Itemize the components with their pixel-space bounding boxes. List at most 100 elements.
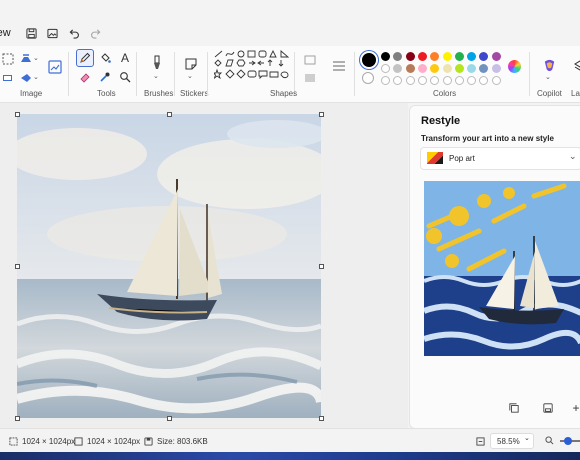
color-swatch[interactable] — [467, 64, 477, 73]
divider — [207, 52, 208, 96]
custom-color-slot[interactable] — [454, 76, 464, 85]
chevron-down-icon[interactable]: ⌄ — [33, 73, 39, 81]
group-label-brushes: Brushes — [144, 89, 174, 98]
group-label-colors: Colors — [433, 89, 457, 98]
taskbar — [0, 452, 580, 460]
chevron-down-icon[interactable]: ⌄ — [33, 54, 39, 62]
group-label-copilot: Copilot — [537, 89, 562, 98]
save-icon[interactable] — [540, 400, 556, 416]
group-label-tools: Tools — [97, 89, 116, 98]
color-swatch[interactable] — [393, 64, 403, 73]
color-picker-icon[interactable] — [97, 69, 113, 85]
custom-color-slot[interactable] — [467, 76, 477, 85]
preview-image[interactable] — [424, 181, 580, 356]
custom-color-slot[interactable] — [479, 76, 489, 85]
color-swatch[interactable] — [479, 64, 489, 73]
layers-icon[interactable] — [572, 58, 580, 74]
color-swatch[interactable] — [417, 52, 427, 61]
crosshair-icon — [9, 437, 18, 446]
paint-window: View ⌄ ⌄ Image — [0, 0, 580, 452]
resize-handle[interactable] — [319, 416, 324, 421]
canvas-image[interactable] — [17, 114, 321, 418]
custom-color-slot[interactable] — [381, 76, 390, 85]
status-bar: 1024 × 1024px 1024 × 1024px Size: 803.6K… — [0, 428, 580, 452]
custom-color-slot[interactable] — [442, 76, 452, 85]
color-swatch[interactable] — [393, 52, 403, 61]
resize-image-icon[interactable] — [46, 58, 64, 76]
file-size-text: Size: 803.6KB — [157, 437, 208, 446]
resize-handle[interactable] — [319, 264, 324, 269]
selection-tool-icon[interactable] — [18, 51, 34, 67]
magnifier-icon[interactable] — [117, 69, 133, 85]
zoom-slider[interactable] — [560, 437, 580, 445]
resize-handle[interactable] — [15, 112, 20, 117]
custom-color-slot[interactable] — [417, 76, 427, 85]
resize-handle[interactable] — [167, 112, 172, 117]
stroke-size-icon[interactable] — [330, 57, 348, 75]
resize-handle[interactable] — [167, 416, 172, 421]
color-swatch[interactable] — [467, 52, 477, 61]
shape-outline-icon[interactable] — [302, 52, 318, 68]
color-swatch[interactable] — [381, 52, 390, 61]
rotate-icon[interactable] — [18, 70, 34, 86]
custom-color-slot[interactable] — [430, 76, 440, 85]
color-swatch[interactable] — [442, 64, 452, 73]
zoom-dropdown[interactable]: 58.5% ⌄ — [490, 433, 534, 449]
eraser-icon[interactable] — [77, 69, 93, 85]
color-swatch[interactable] — [479, 52, 489, 61]
color-swatch[interactable] — [405, 52, 415, 61]
zoom-slider-thumb[interactable] — [564, 437, 572, 445]
style-dropdown[interactable]: Pop art ⌄ — [420, 147, 580, 170]
view-menu[interactable]: View — [0, 27, 11, 39]
add-icon[interactable]: + — [568, 400, 580, 416]
resize-handle[interactable] — [15, 416, 20, 421]
copilot-icon[interactable] — [540, 56, 558, 74]
select-icon[interactable] — [0, 51, 16, 67]
resize-handle[interactable] — [319, 112, 324, 117]
file-size: Size: 803.6KB — [144, 437, 208, 446]
fit-to-window-icon[interactable] — [476, 437, 485, 446]
color-swatch[interactable] — [442, 52, 452, 61]
pop-art-thumbnail — [427, 152, 443, 164]
color-swatch[interactable] — [430, 64, 440, 73]
divider — [174, 52, 175, 96]
group-label-layers: Layers — [571, 89, 580, 98]
panel-title: Restyle — [421, 115, 461, 127]
chevron-down-icon[interactable]: ⌄ — [187, 72, 193, 80]
ribbon: ⌄ ⌄ Image A Tools ⌄ Brushes ⌄ Stickers S… — [0, 46, 580, 103]
color-swatch[interactable] — [491, 64, 501, 73]
undo-icon[interactable] — [67, 26, 81, 40]
edit-colors-icon[interactable] — [508, 60, 521, 73]
copy-icon[interactable] — [506, 400, 522, 416]
shape-fill-icon[interactable] — [302, 70, 318, 86]
custom-color-slot[interactable] — [393, 76, 403, 85]
color-swatch[interactable] — [430, 52, 440, 61]
color-swatch[interactable] — [417, 64, 427, 73]
open-image-icon[interactable] — [45, 26, 59, 40]
restyle-panel: Restyle Transform your art into a new st… — [409, 105, 580, 429]
crop-icon[interactable] — [0, 70, 16, 86]
color-swatch[interactable] — [405, 64, 415, 73]
chevron-down-icon[interactable]: ⌄ — [153, 72, 159, 80]
color-swatch[interactable] — [381, 64, 390, 73]
redo-icon[interactable] — [88, 26, 102, 40]
shapes-gallery[interactable] — [212, 49, 292, 86]
primary-color-swatch[interactable] — [360, 51, 378, 69]
disk-icon — [144, 437, 153, 446]
color-swatch[interactable] — [491, 52, 501, 61]
chevron-down-icon[interactable]: ⌄ — [545, 73, 551, 81]
save-icon[interactable] — [24, 26, 38, 40]
custom-color-slot[interactable] — [405, 76, 415, 85]
resize-handle[interactable] — [15, 264, 20, 269]
sticker-icon[interactable] — [182, 55, 200, 73]
fill-bucket-icon[interactable] — [97, 50, 113, 66]
color-swatch[interactable] — [454, 52, 464, 61]
brush-icon[interactable] — [148, 54, 166, 72]
color-swatch[interactable] — [454, 64, 464, 73]
custom-color-slot[interactable] — [491, 76, 501, 85]
pencil-icon[interactable] — [76, 49, 94, 67]
text-tool-icon[interactable]: A — [117, 50, 133, 66]
divider — [68, 52, 69, 96]
zoom-out-icon[interactable] — [545, 436, 554, 447]
secondary-color-swatch[interactable] — [362, 72, 374, 84]
